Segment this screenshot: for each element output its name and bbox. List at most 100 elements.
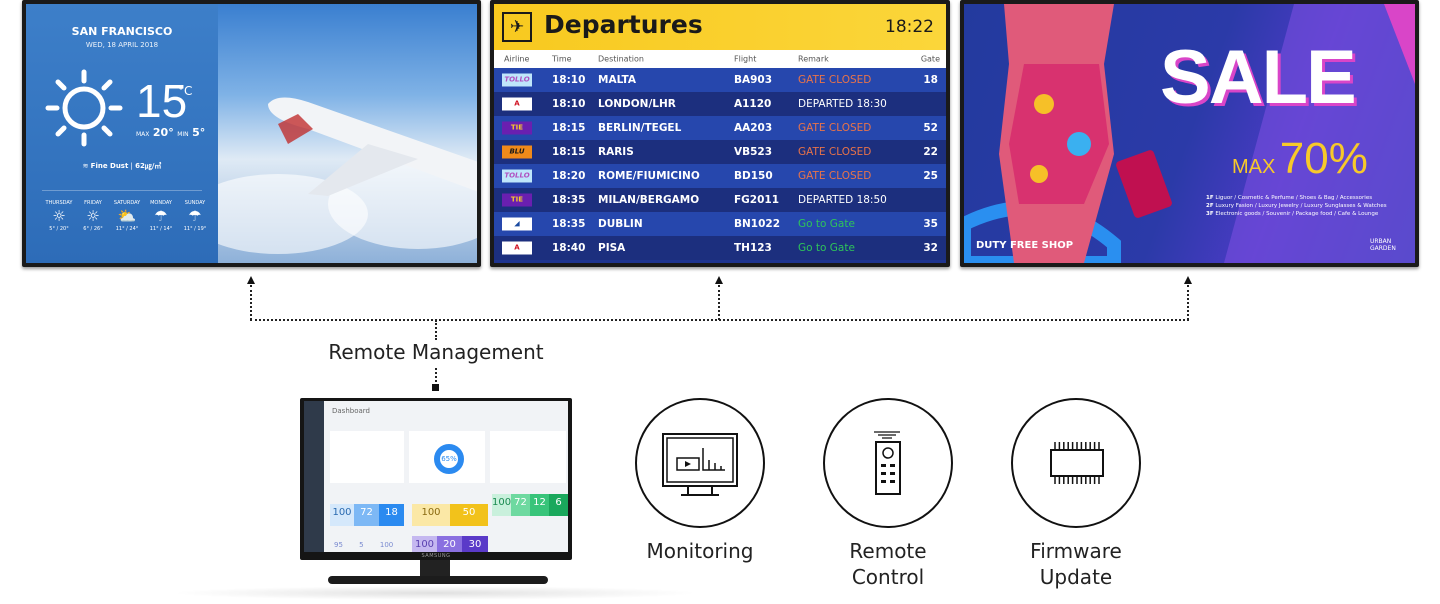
flight-number: FG2011 [734,194,780,206]
arrow-up-icon [715,276,723,284]
departures-title: Departures [544,10,703,39]
fine-dust: ≋ Fine Dust | 62㎍/㎥ [82,162,162,170]
gate: 22 [923,146,938,158]
flight-number: BD150 [734,170,773,182]
destination: ROME/FIUMICINO [598,170,700,182]
remote-management-label: Remote Management [328,340,544,364]
table-row: TIE 18:35 MILAN/BERGAMO FG2011 DEPARTED 18:5… [494,188,946,212]
summary-tile: 100 [412,536,437,552]
forecast-day: SUNDAY ☂ 11° / 19° [183,200,207,232]
table-row: BLU 18:15 RARIS VB523 GATE CLOSED 22 [494,140,946,164]
destination: BERLIN/TEGEL [598,122,682,134]
table-row: TOLLO 18:10 MALTA BA903 GATE CLOSED 18 [494,68,946,92]
departure-time: 18:35 [552,218,586,230]
airline-logo: TOLLO [502,73,532,87]
weather-panel: SAN FRANCISCO WED, 18 APRIL 2018 15 °C M… [26,4,218,263]
brand-logo: URBAN GARDEN [1370,238,1396,252]
airline-logo: TIE [502,193,532,207]
device-summary: 95 5 100 [334,541,394,549]
sale-display: SALE MAX 70% 1F Liguor / Cosmetic & Perf… [960,0,1419,267]
firmware-update-circle [1011,398,1141,528]
weather-display: SAN FRANCISCO WED, 18 APRIL 2018 15 °C M… [22,0,481,267]
gate: 32 [923,242,938,254]
destination: LONDON/LHR [598,98,676,110]
gate: 35 [923,218,938,230]
discount: MAX 70% [1232,134,1368,183]
forecast-day: FRIDAY ☼ 6° / 26° [83,200,103,232]
max-min: MAX 20° MIN 5° [136,126,206,139]
summary-tile: 18 [379,504,404,526]
summary-tile: 100 [412,504,450,526]
flight-number: VB523 [734,146,773,158]
departure-time: 18:10 [552,98,586,110]
flight-number: BA903 [734,74,773,86]
shop-name: DUTY FREE SHOP [976,240,1074,251]
summary-tile: 6 [549,494,568,516]
remark: GATE CLOSED [798,146,872,158]
sun-icon [45,69,123,147]
destination: RARIS [598,146,634,158]
storage-donut: 65% [434,444,464,474]
remark: DEPARTED 18:30 [798,98,887,110]
table-row: TIE 18:15 BERLIN/TEGEL AA203 GATE CLOSED 52 [494,116,946,140]
flight-number: AA203 [734,122,773,134]
monitoring-circle [635,398,765,528]
forecast-day: MONDAY ☂ 11° / 14° [149,200,173,232]
summary-tile: 30 [462,536,488,552]
sale-headline: SALE [1160,35,1357,120]
remark: Go to Gate [798,242,855,254]
summary-tile: 100 [330,504,354,526]
destination: MILAN/BERGAMO [598,194,700,206]
remark: Go to Gate [798,218,855,230]
table-row: TOLLO 18:20 ROME/FIUMICINO BD150 GATE CLOSED… [494,164,946,188]
management-monitor: Dashboard 65% 100 72 18 100 50 100 72 12… [300,398,572,560]
floor-directory: 1F Liguor / Cosmetic & Perfume / Shoes &… [1206,195,1387,217]
departure-time: 18:10 [552,74,586,86]
dashboard-title: Dashboard [332,407,370,415]
table-row: A 18:40 PISA TH123 Go to Gate 32 [494,236,946,260]
airplane-departure-icon: ✈ [502,12,532,42]
airline-logo: A [502,241,532,255]
airline-logo: TIE [502,121,532,135]
airline-logo: A [502,97,532,111]
summary-tile: 72 [354,504,379,526]
departures-header: ✈ Departures 18:22 [494,4,946,50]
destination: DUBLIN [598,218,643,230]
feature-label-firmware-update: Firmware Update [1030,539,1122,589]
arrow-up-icon [247,276,255,284]
forecast-day: THURSDAY ☼ 5° / 20° [45,200,73,232]
arrow-up-icon [1184,276,1192,284]
table-row: A 18:10 LONDON/LHR A1120 DEPARTED 18:30 [494,92,946,116]
summary-tile: 100 [492,494,511,516]
departure-time: 18:35 [552,194,586,206]
departure-time: 18:40 [552,242,586,254]
airline-logo: ◢ [502,217,532,231]
summary-tile: 12 [530,494,549,516]
feature-label-monitoring: Monitoring [646,539,754,563]
feature-label-remote-control: Remote Control [849,539,927,589]
airline-logo: BLU [502,145,532,159]
destination: MALTA [598,74,637,86]
destination: PISA [598,242,626,254]
flight-number: A1120 [734,98,772,110]
remote-control-circle [823,398,953,528]
departure-time: 18:20 [552,170,586,182]
remark: DEPARTED 18:50 [798,194,887,206]
table-header: Airline Time Destination Flight Remark G… [494,50,946,68]
departure-time: 18:15 [552,122,586,134]
temperature-unit: °C [178,84,193,98]
airline-logo: TOLLO [502,169,532,183]
gate: 52 [923,122,938,134]
summary-tile: 50 [450,504,488,526]
gate: 18 [923,74,938,86]
departures-display: ✈ Departures 18:22 Airline Time Destinat… [490,0,950,267]
gate: 25 [923,170,938,182]
monitor-brand-logo: SAMSUNG [421,553,451,559]
flight-number: TH123 [734,242,772,254]
flight-number: BN1022 [734,218,781,230]
chip-icon [1050,442,1104,484]
remark: GATE CLOSED [798,170,872,182]
remote-control-icon [874,431,901,495]
monitor-chart-icon [662,433,738,496]
date: WED, 18 APRIL 2018 [85,41,159,49]
